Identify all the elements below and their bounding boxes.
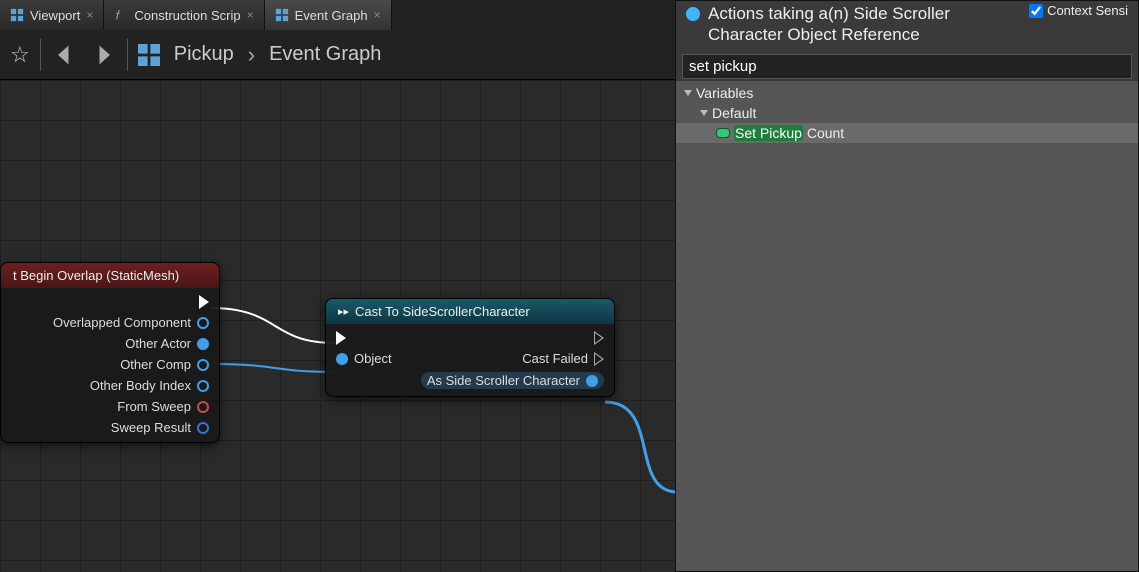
tree-category-default[interactable]: Default	[676, 103, 1138, 123]
variable-icon	[716, 128, 730, 138]
pin-label: Other Actor	[125, 336, 191, 351]
context-title-line2: Character Object Reference	[708, 24, 950, 45]
node-cast-to[interactable]: ▸▸ Cast To SideScrollerCharacter Object …	[325, 298, 615, 397]
svg-text:f: f	[116, 8, 121, 22]
pin-label: Other Body Index	[90, 378, 191, 393]
filter-indicator-icon	[686, 7, 700, 21]
node-begin-overlap[interactable]: t Begin Overlap (StaticMesh) Overlapped …	[0, 262, 220, 443]
object-out-pin[interactable]	[586, 375, 598, 387]
search-input[interactable]	[682, 54, 1132, 79]
toolbar-divider	[127, 39, 128, 71]
viewport-icon	[10, 8, 24, 22]
nav-forward-button[interactable]	[89, 41, 117, 69]
exec-fail-pin[interactable]	[594, 352, 604, 366]
exec-out-pin[interactable]	[199, 295, 209, 309]
node-header: t Begin Overlap (StaticMesh)	[1, 263, 219, 288]
cast-icon: ▸▸	[338, 305, 349, 318]
bool-pin[interactable]	[197, 401, 209, 413]
context-menu[interactable]: Actions taking a(n) Side Scroller Charac…	[675, 0, 1139, 572]
search-container	[682, 54, 1132, 79]
close-icon[interactable]: ×	[374, 8, 381, 22]
result-label: Set Pickup Count	[734, 125, 844, 141]
toolbar-divider	[40, 39, 41, 71]
category-label: Default	[712, 105, 756, 121]
node-body: Object Cast Failed As Side Scroller Char…	[326, 324, 614, 396]
pin-label: Cast Failed	[522, 351, 588, 366]
tab-construction-script[interactable]: f Construction Scrip ×	[104, 0, 264, 30]
context-sensitive-label: Context Sensi	[1047, 3, 1128, 19]
tab-label: Event Graph	[295, 8, 368, 23]
node-title: t Begin Overlap (StaticMesh)	[13, 268, 179, 283]
tab-viewport[interactable]: Viewport ×	[0, 0, 104, 30]
pin-label: Other Comp	[120, 357, 191, 372]
pin-label: Overlapped Component	[53, 315, 191, 330]
node-body: Overlapped Component Other Actor Other C…	[1, 288, 219, 442]
struct-pin[interactable]	[197, 422, 209, 434]
tab-event-graph[interactable]: Event Graph ×	[265, 0, 392, 30]
caret-down-icon	[700, 110, 708, 116]
object-pin[interactable]	[197, 359, 209, 371]
tree-category-variables[interactable]: Variables	[676, 83, 1138, 103]
pin-label: Sweep Result	[111, 420, 191, 435]
node-title: Cast To SideScrollerCharacter	[355, 304, 530, 319]
graph-icon	[275, 8, 289, 22]
object-in-pin[interactable]	[336, 353, 348, 365]
node-header: ▸▸ Cast To SideScrollerCharacter	[326, 299, 614, 324]
favorite-icon[interactable]: ☆	[10, 42, 30, 68]
chevron-right-icon: ›	[248, 42, 255, 68]
blueprint-icon	[138, 44, 160, 66]
context-menu-header: Actions taking a(n) Side Scroller Charac…	[676, 1, 1138, 52]
object-pin[interactable]	[197, 338, 209, 350]
pin-label: From Sweep	[117, 399, 191, 414]
breadcrumb: Pickup › Event Graph	[138, 42, 382, 68]
exec-out-pin[interactable]	[594, 331, 604, 345]
pin-label: Object	[354, 351, 392, 366]
breadcrumb-current[interactable]: Event Graph	[269, 43, 381, 66]
int-pin[interactable]	[197, 380, 209, 392]
context-sensitive-checkbox[interactable]	[1029, 4, 1043, 18]
context-title-line1: Actions taking a(n) Side Scroller	[708, 3, 950, 24]
close-icon[interactable]: ×	[86, 8, 93, 22]
highlight: Set Pickup	[734, 125, 803, 141]
context-menu-results: Variables Default Set Pickup Count	[676, 81, 1138, 572]
tree-result-set-pickup-count[interactable]: Set Pickup Count	[676, 123, 1138, 143]
nav-back-button[interactable]	[51, 41, 79, 69]
function-icon: f	[114, 8, 128, 22]
tab-label: Viewport	[30, 8, 80, 23]
caret-down-icon	[684, 90, 692, 96]
category-label: Variables	[696, 85, 753, 101]
object-pin[interactable]	[197, 317, 209, 329]
close-icon[interactable]: ×	[247, 8, 254, 22]
exec-in-pin[interactable]	[336, 331, 346, 345]
breadcrumb-root[interactable]: Pickup	[174, 43, 234, 66]
pin-label: As Side Scroller Character	[427, 373, 580, 388]
tab-label: Construction Scrip	[134, 8, 240, 23]
